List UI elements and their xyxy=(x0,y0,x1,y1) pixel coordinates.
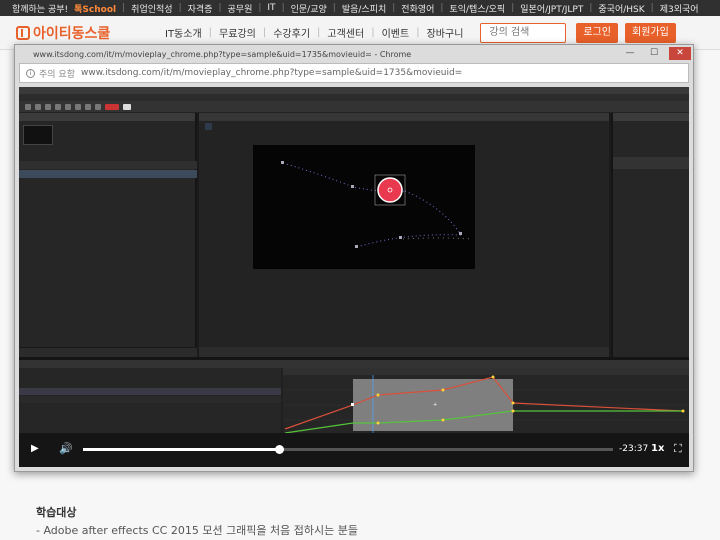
signup-button[interactable]: 회원가입 xyxy=(625,22,676,43)
url-text[interactable]: www.itsdong.com/it/m/movieplay_chrome.ph… xyxy=(81,68,462,78)
brand-link[interactable]: 톡School xyxy=(74,2,116,15)
category-strip: 함께하는 공부! 톡School | 취업인적성 | 자격증 | 공무원 | IT | 인… xyxy=(0,0,720,16)
cat-link[interactable]: 일본어/JPT/JLPT xyxy=(520,2,583,15)
progress-fill xyxy=(83,448,280,451)
address-bar[interactable]: i 주의 요함 www.itsdong.com/it/m/movieplay_c… xyxy=(19,63,689,83)
timeline-panel: + xyxy=(19,357,689,436)
site-logo[interactable]: 아이티동스쿨 xyxy=(16,23,134,43)
ae-toolbar xyxy=(19,101,689,113)
cat-link[interactable]: 토익/텝스/오픽 xyxy=(449,2,505,15)
timecode xyxy=(23,370,25,378)
motion-path xyxy=(281,161,474,248)
login-button[interactable]: 로그인 xyxy=(576,22,619,43)
composition-panel xyxy=(199,113,609,357)
cat-link[interactable]: 중국어/HSK xyxy=(598,2,644,15)
time-remaining: -23:37 xyxy=(619,444,649,454)
ae-menubar xyxy=(19,94,689,101)
menu-support[interactable]: 고객센터 xyxy=(320,25,371,40)
project-item xyxy=(19,170,197,178)
cat-link[interactable]: 자격증 xyxy=(188,2,213,15)
player-controls: ▶ 🔊 -23:37 1x ⛶ xyxy=(19,433,689,467)
menu-events[interactable]: 이벤트 xyxy=(375,25,417,40)
effects-panel xyxy=(611,113,689,357)
graph-curves: + xyxy=(283,375,689,436)
menu-reviews[interactable]: 수강후기 xyxy=(266,25,317,40)
play-icon[interactable]: ▶ xyxy=(31,443,39,454)
comp-thumbnail xyxy=(23,125,53,145)
minimize-icon[interactable]: — xyxy=(619,47,641,60)
playback-speed-button[interactable]: 1x xyxy=(651,443,664,454)
slogan: 함께하는 공부! xyxy=(12,4,69,15)
popup-title: www.itsdong.com/it/m/movieplay_chrome.ph… xyxy=(33,49,412,59)
close-icon[interactable]: ✕ xyxy=(669,47,691,60)
section-title: 학습대상 xyxy=(36,506,77,519)
popup-titlebar: www.itsdong.com/it/m/movieplay_chrome.ph… xyxy=(15,45,693,63)
logo-text: 아이티동스쿨 xyxy=(33,25,111,42)
cat-link[interactable]: 발음/스피치 xyxy=(342,2,386,15)
cat-link[interactable]: 취업인적성 xyxy=(131,2,172,15)
layer-list xyxy=(19,368,281,436)
video-popup-window: www.itsdong.com/it/m/movieplay_chrome.ph… xyxy=(14,44,694,472)
graph-editor: + xyxy=(283,368,689,436)
cat-link[interactable]: 전화영어 xyxy=(401,2,434,15)
cat-link[interactable]: 공무원 xyxy=(228,2,253,15)
menu-about[interactable]: IT동소개 xyxy=(158,25,209,40)
search-input[interactable] xyxy=(480,22,567,43)
info-icon[interactable]: i xyxy=(26,68,35,78)
logo-icon xyxy=(16,25,30,40)
progress-bar[interactable] xyxy=(83,445,613,454)
volume-icon[interactable]: 🔊 xyxy=(59,442,73,455)
section-description: - Adobe after effects CC 2015 모션 그래픽을 처음… xyxy=(36,524,358,537)
main-menu: IT동소개 | 무료강의 | 수강후기 | 고객센터 | 이벤트 | 장바구니 xyxy=(158,25,470,40)
maximize-icon[interactable]: ☐ xyxy=(643,47,665,60)
menu-free[interactable]: 무료강의 xyxy=(212,25,263,40)
menu-cart[interactable]: 장바구니 xyxy=(420,25,471,40)
svg-text:+: + xyxy=(433,402,437,408)
security-label: 주의 요함 xyxy=(39,69,75,80)
cat-link[interactable]: 인문/교양 xyxy=(291,2,327,15)
cat-link[interactable]: 제3외국어 xyxy=(660,2,699,15)
ae-workspace xyxy=(19,113,689,357)
layer-row xyxy=(19,388,281,395)
fullscreen-icon[interactable]: ⛶ xyxy=(674,442,682,456)
project-panel xyxy=(19,113,197,357)
video-player[interactable]: + ▶ 🔊 -23:37 1x ⛶ xyxy=(19,87,689,467)
composition-stage xyxy=(253,145,475,269)
ae-titlebar xyxy=(19,87,689,94)
position-property xyxy=(19,396,281,403)
cat-link[interactable]: IT xyxy=(267,3,275,13)
progress-knob[interactable] xyxy=(275,445,285,454)
